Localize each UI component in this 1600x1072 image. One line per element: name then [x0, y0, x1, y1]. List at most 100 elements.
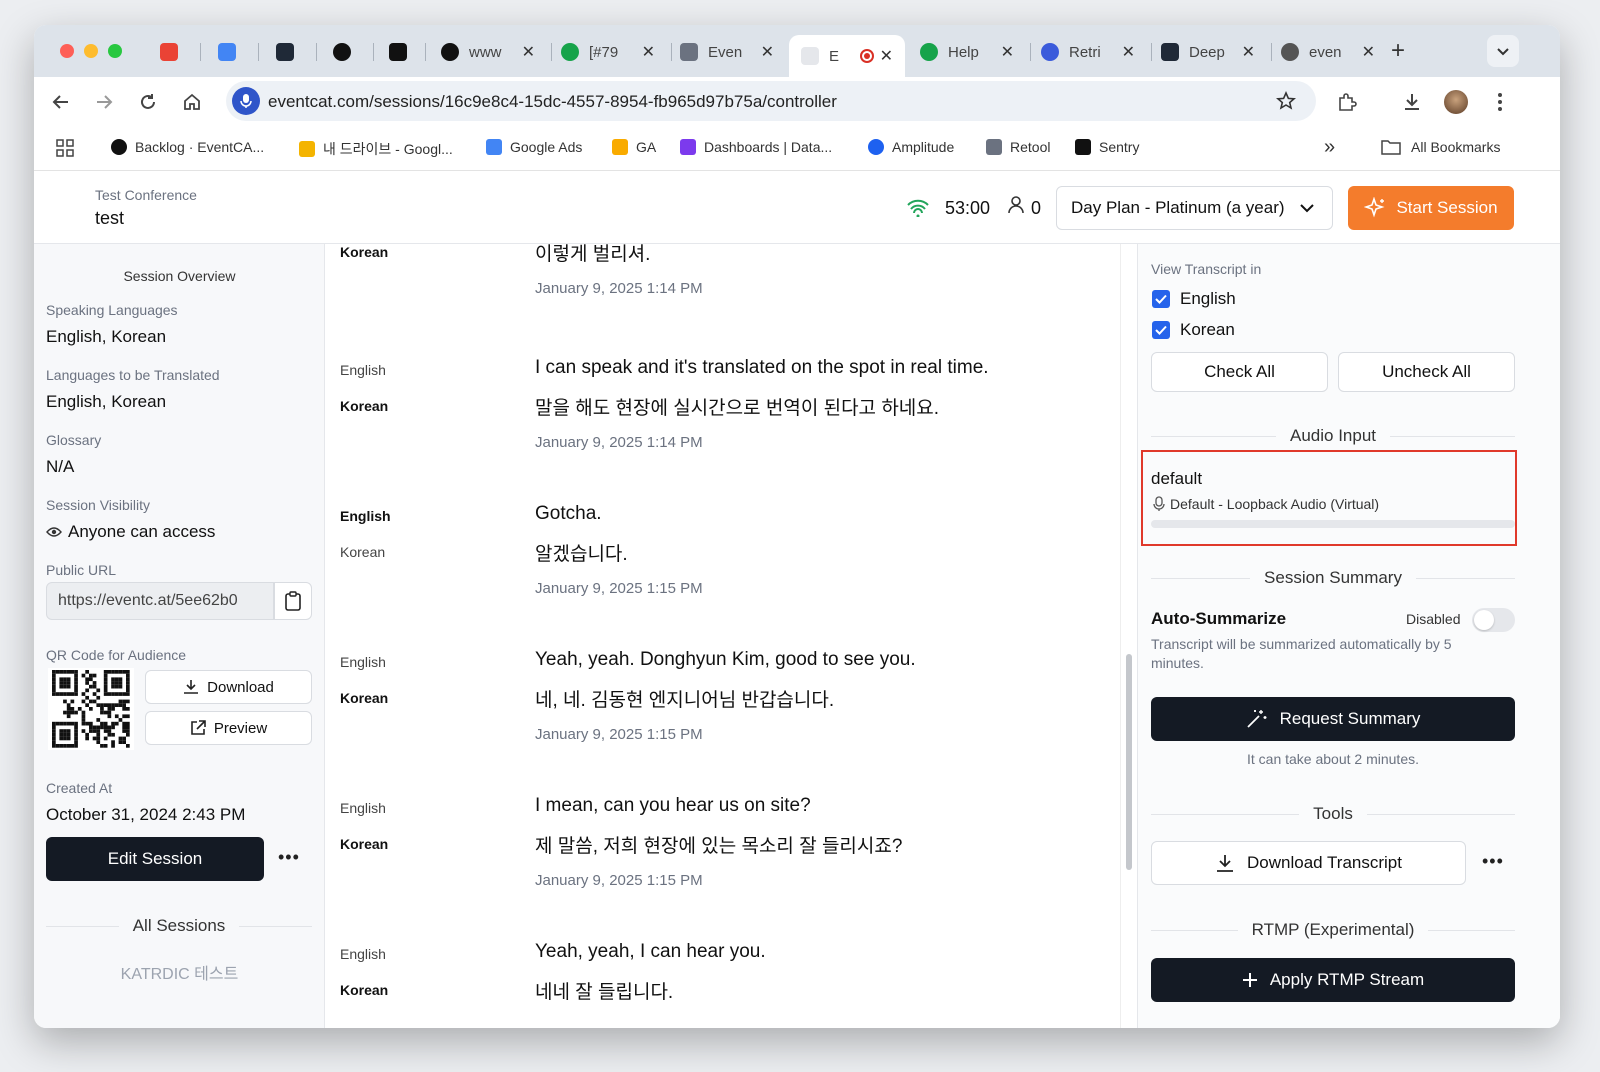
bookmark-label: Retool — [1010, 139, 1051, 155]
browser-tab-title: www — [469, 43, 502, 61]
all-bookmarks-button[interactable]: All Bookmarks — [1381, 139, 1500, 155]
check-all-button[interactable]: Check All — [1151, 352, 1328, 392]
speaking-languages-value: English, Korean — [46, 327, 167, 346]
check-icon — [1155, 294, 1167, 304]
browser-tab[interactable] — [148, 35, 196, 69]
transcript-language: Korean — [340, 836, 389, 852]
tools-more-button[interactable]: ••• — [1482, 851, 1504, 872]
reload-button[interactable] — [133, 87, 163, 117]
browser-tab[interactable]: Retri ✕ — [1029, 35, 1147, 69]
browser-tab[interactable] — [206, 35, 254, 69]
downloads-button[interactable] — [1397, 87, 1427, 117]
scrollbar-thumb[interactable] — [1126, 654, 1132, 870]
all-bookmarks-label: All Bookmarks — [1411, 139, 1501, 155]
new-tab-button[interactable]: + — [1391, 37, 1405, 65]
bookmark-item[interactable]: 내 드라이브 - Googl... — [299, 139, 453, 159]
close-tab-icon[interactable]: ✕ — [1362, 42, 1375, 62]
voice-search-button[interactable] — [232, 87, 260, 115]
session-list-item[interactable]: KATRDIC 테스트 — [34, 960, 324, 984]
url-text: eventcat.com/sessions/16c9e8c4-15dc-4557… — [268, 92, 837, 111]
star-icon[interactable] — [1276, 91, 1296, 111]
request-summary-button[interactable]: Request Summary — [1151, 697, 1515, 741]
transcript-timestamp: January 9, 2025 1:14 PM — [535, 434, 703, 451]
calendar-icon — [218, 43, 236, 61]
edit-session-button[interactable]: Edit Session — [46, 837, 264, 881]
plan-select[interactable]: Day Plan - Platinum (a year) — [1056, 186, 1333, 230]
close-tab-icon[interactable]: ✕ — [1242, 42, 1255, 62]
bookmarks-overflow-button[interactable]: » — [1324, 136, 1335, 159]
browser-tab[interactable] — [377, 35, 421, 69]
bookmark-item[interactable]: Dashboards | Data... — [680, 139, 832, 155]
download-transcript-label: Download Transcript — [1247, 853, 1402, 872]
browser-tab[interactable]: [#79 ✕ — [549, 35, 667, 69]
browser-tab[interactable]: Deep ✕ — [1149, 35, 1267, 69]
browser-menu-button[interactable] — [1485, 87, 1515, 117]
close-tab-icon[interactable]: ✕ — [1122, 42, 1135, 62]
preview-qr-button[interactable]: Preview — [145, 711, 312, 745]
apply-rtmp-button[interactable]: Apply RTMP Stream — [1151, 958, 1515, 1002]
close-window-button[interactable] — [60, 44, 74, 58]
transcript-text: Yeah, yeah. Donghyun Kim, good to see yo… — [535, 649, 916, 670]
transcript-text: I can speak and it's translated on the s… — [535, 357, 989, 378]
korean-checkbox[interactable] — [1152, 321, 1170, 339]
bookmark-item[interactable]: GA — [612, 139, 656, 155]
transcript-text: 알겠습니다. — [535, 544, 628, 565]
bookmark-item[interactable]: Amplitude — [868, 139, 954, 155]
visibility-value: Anyone can access — [46, 522, 215, 542]
transcript-scrollbar[interactable] — [1120, 244, 1138, 1028]
transcript-language: English — [340, 362, 386, 378]
browser-tab[interactable]: Even ✕ — [668, 35, 786, 69]
bookmark-item[interactable]: Retool — [986, 139, 1050, 155]
browser-tab[interactable]: www ✕ — [429, 35, 547, 69]
tab-search-button[interactable] — [1487, 35, 1519, 67]
preview-qr-label: Preview — [213, 719, 268, 737]
browser-tab[interactable]: even ✕ — [1269, 35, 1387, 69]
maximize-window-button[interactable] — [108, 44, 122, 58]
tab-separator — [425, 43, 426, 61]
more-options-button[interactable]: ••• — [278, 847, 300, 868]
download-qr-button[interactable]: Download — [145, 670, 312, 704]
close-tab-icon[interactable]: ✕ — [1001, 42, 1014, 62]
home-icon — [184, 93, 200, 110]
apps-button[interactable] — [56, 139, 74, 162]
extensions-button[interactable] — [1332, 87, 1362, 117]
close-tab-icon[interactable]: ✕ — [761, 42, 774, 62]
support-icon — [920, 43, 938, 61]
browser-tab[interactable] — [264, 35, 312, 69]
transcript-text: 네, 네. 김동현 엔지니어님 반갑습니다. — [535, 690, 835, 711]
minimize-window-button[interactable] — [84, 44, 98, 58]
close-tab-icon[interactable]: ✕ — [880, 46, 893, 66]
forward-button[interactable] — [89, 87, 119, 117]
browser-tab[interactable]: Help ✕ — [908, 35, 1026, 69]
browser-tab[interactable] — [321, 35, 369, 69]
auto-summarize-toggle[interactable] — [1472, 608, 1515, 632]
dashboard-icon — [680, 139, 696, 155]
github-icon — [333, 43, 351, 61]
address-bar[interactable]: eventcat.com/sessions/16c9e8c4-15dc-4557… — [226, 81, 1316, 121]
analytics-icon — [612, 139, 628, 155]
back-button[interactable] — [46, 87, 76, 117]
bookmark-item[interactable]: Google Ads — [486, 139, 582, 155]
profile-avatar[interactable] — [1444, 90, 1468, 114]
public-url-field[interactable]: https://eventc.at/5ee62b0 — [46, 582, 274, 620]
download-qr-label: Download — [207, 678, 274, 696]
start-session-button[interactable]: Start Session — [1348, 186, 1514, 230]
english-checkbox[interactable] — [1152, 290, 1170, 308]
close-tab-icon[interactable]: ✕ — [522, 42, 535, 62]
sentry-icon — [1075, 139, 1091, 155]
audio-input-select[interactable]: default Default - Loopback Audio (Virtua… — [1151, 466, 1515, 532]
korean-checkbox-label: Korean — [1180, 320, 1235, 339]
tab-separator — [373, 43, 374, 61]
hierarchy-icon — [680, 43, 698, 61]
bookmark-label: GA — [636, 139, 657, 155]
bookmark-item[interactable]: Backlog · EventCA... — [111, 139, 264, 155]
uncheck-all-button[interactable]: Uncheck All — [1338, 352, 1515, 392]
download-transcript-button[interactable]: Download Transcript — [1151, 841, 1466, 885]
microphone-icon — [1153, 496, 1165, 511]
bookmark-item[interactable]: Sentry — [1075, 139, 1139, 155]
home-button[interactable] — [177, 87, 207, 117]
browser-tab-title: even — [1309, 43, 1342, 61]
copy-url-button[interactable] — [274, 582, 312, 620]
close-tab-icon[interactable]: ✕ — [642, 42, 655, 62]
browser-tab[interactable]: E ✕ — [789, 35, 905, 77]
